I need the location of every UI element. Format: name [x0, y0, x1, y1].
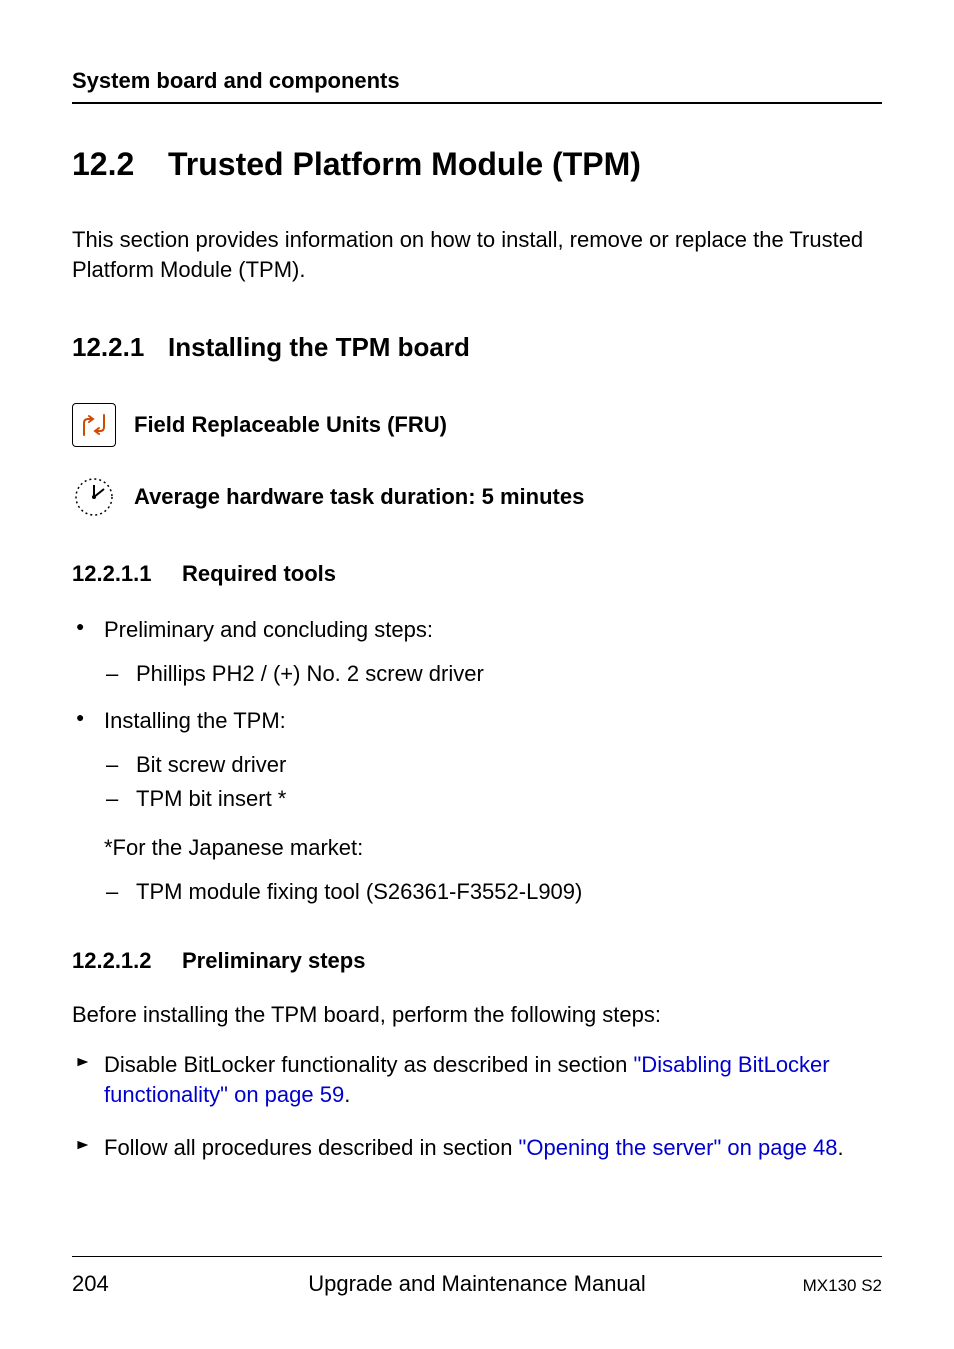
required-tools-list: Preliminary and concluding steps: Philli… — [72, 615, 882, 907]
step-post: . — [344, 1082, 350, 1107]
bullet-text: Preliminary and concluding steps: — [104, 617, 433, 642]
heading-title: Required tools — [182, 561, 336, 587]
dash-item: Phillips PH2 / (+) No. 2 screw driver — [104, 659, 882, 690]
heading-12-2-1-2: 12.2.1.2 Preliminary steps — [72, 948, 882, 974]
clock-icon — [72, 475, 116, 519]
running-header: System board and components — [72, 68, 882, 104]
step-item: Disable BitLocker functionality as descr… — [72, 1050, 882, 1112]
duration-label: Average hardware task duration: 5 minute… — [134, 484, 584, 510]
section-intro: This section provides information on how… — [72, 225, 882, 284]
section-number: 12.2 — [72, 146, 168, 183]
page-footer: 204 Upgrade and Maintenance Manual MX130… — [72, 1256, 882, 1297]
list-item: Preliminary and concluding steps: Philli… — [72, 615, 882, 689]
preliminary-intro: Before installing the TPM board, perform… — [72, 1002, 882, 1028]
step-pre: Follow all procedures described in secti… — [104, 1135, 519, 1160]
heading-number: 12.2.1.1 — [72, 561, 182, 587]
section-title: Trusted Platform Module (TPM) — [168, 146, 641, 183]
fru-label: Field Replaceable Units (FRU) — [134, 412, 447, 438]
step-item: Follow all procedures described in secti… — [72, 1133, 882, 1164]
footer-center: Upgrade and Maintenance Manual — [308, 1271, 646, 1297]
footer-right: MX130 S2 — [803, 1276, 882, 1296]
step-post: . — [838, 1135, 844, 1160]
dash-item: TPM module fixing tool (S26361-F3552-L90… — [104, 877, 882, 908]
page-number: 204 — [72, 1271, 109, 1297]
fru-icon — [72, 403, 116, 447]
section-heading-12-2: 12.2 Trusted Platform Module (TPM) — [72, 146, 882, 183]
subsection-heading-12-2-1: 12.2.1 Installing the TPM board — [72, 332, 882, 363]
xref-link[interactable]: "Opening the server" on page 48 — [519, 1135, 838, 1160]
fru-row: Field Replaceable Units (FRU) — [72, 403, 882, 447]
subsection-title: Installing the TPM board — [168, 332, 470, 363]
note-text: *For the Japanese market: — [104, 833, 882, 863]
dash-item: TPM bit insert * — [104, 784, 882, 815]
step-pre: Disable BitLocker functionality as descr… — [104, 1052, 634, 1077]
step-list: Disable BitLocker functionality as descr… — [72, 1050, 882, 1164]
bullet-text: Installing the TPM: — [104, 708, 286, 733]
heading-title: Preliminary steps — [182, 948, 365, 974]
subsection-number: 12.2.1 — [72, 332, 168, 363]
heading-number: 12.2.1.2 — [72, 948, 182, 974]
heading-12-2-1-1: 12.2.1.1 Required tools — [72, 561, 882, 587]
dash-item: Bit screw driver — [104, 750, 882, 781]
list-item: Installing the TPM: Bit screw driver TPM… — [72, 706, 882, 908]
duration-row: Average hardware task duration: 5 minute… — [72, 475, 882, 519]
